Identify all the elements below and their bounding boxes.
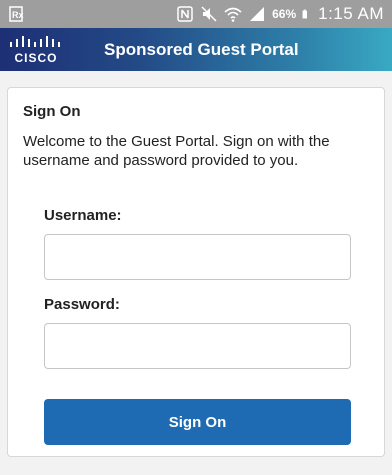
- page-title: Sponsored Guest Portal: [104, 40, 299, 59]
- mute-icon: [201, 6, 217, 22]
- username-label: Username:: [44, 207, 122, 224]
- sign-on-button[interactable]: Sign On: [44, 399, 351, 445]
- password-label: Password:: [44, 296, 120, 313]
- username-input[interactable]: [44, 234, 351, 280]
- welcome-text: Welcome to the Guest Portal. Sign on wit…: [23, 133, 330, 169]
- battery-percent: 66%: [272, 7, 297, 21]
- signon-card: Sign On Welcome to the Guest Portal. Sig…: [7, 87, 385, 457]
- password-input[interactable]: [44, 323, 351, 369]
- notification-icon: Rx: [9, 6, 24, 22]
- logo-text: CISCO: [14, 51, 58, 65]
- svg-text:Rx: Rx: [12, 10, 24, 20]
- portal-header: CISCO Sponsored Guest Portal: [0, 28, 392, 71]
- status-bar: Rx 66% 1:15 AM: [0, 0, 392, 28]
- clock: 1:15 AM: [318, 4, 384, 23]
- cisco-logo: CISCO: [8, 34, 64, 66]
- nfc-icon: [177, 6, 193, 22]
- battery-icon: [302, 9, 308, 19]
- wifi-icon: [224, 7, 242, 22]
- signal-icon: [250, 7, 265, 21]
- cisco-bars-icon: [10, 36, 60, 47]
- signon-title: Sign On: [23, 103, 81, 120]
